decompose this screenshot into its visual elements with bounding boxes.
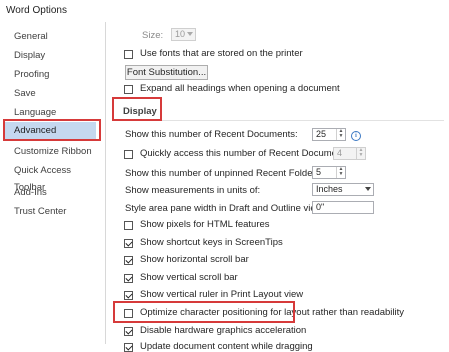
- show-vertical-scroll-checkbox[interactable]: [124, 274, 133, 283]
- use-printer-fonts-checkbox[interactable]: [124, 50, 133, 59]
- update-while-dragging-checkbox[interactable]: [124, 343, 133, 352]
- sidebar-item-general[interactable]: General: [5, 28, 96, 45]
- font-substitution-button[interactable]: Font Substitution...: [125, 65, 208, 80]
- display-section-title: Display: [123, 106, 157, 117]
- sidebar-item-quick-access-toolbar[interactable]: Quick Access Toolbar: [5, 162, 96, 193]
- quick-access-value: 4: [337, 148, 343, 158]
- expand-headings-label: Expand all headings when opening a docum…: [140, 83, 340, 94]
- info-icon[interactable]: i: [351, 131, 361, 141]
- show-horizontal-scroll-label: Show horizontal scroll bar: [140, 254, 249, 265]
- unpinned-folders-label: Show this number of unpinned Recent Fold…: [125, 168, 324, 179]
- spinner-arrows-icon[interactable]: ▲ ▼: [336, 129, 345, 140]
- measurement-units-dropdown[interactable]: Inches: [312, 183, 374, 196]
- show-vertical-ruler-checkbox[interactable]: [124, 291, 133, 300]
- show-shortcut-keys-label: Show shortcut keys in ScreenTips: [140, 237, 283, 248]
- update-while-dragging-label: Update document content while dragging: [140, 341, 313, 352]
- size-dropdown[interactable]: 10: [171, 28, 196, 41]
- sidebar-item-advanced[interactable]: Advanced: [5, 122, 96, 139]
- show-vertical-ruler-label: Show vertical ruler in Print Layout view: [140, 289, 304, 300]
- disable-hardware-acceleration-label: Disable hardware graphics acceleration: [140, 325, 307, 336]
- measurement-units-label: Show measurements in units of:: [125, 185, 261, 196]
- show-horizontal-scroll-checkbox[interactable]: [124, 256, 133, 265]
- use-printer-fonts-label: Use fonts that are stored on the printer: [140, 48, 303, 59]
- recent-documents-value: 25: [316, 129, 327, 139]
- size-value: 10: [175, 29, 186, 39]
- window-title: Word Options: [6, 5, 67, 16]
- expand-headings-checkbox[interactable]: [124, 85, 133, 94]
- optimize-positioning-label: Optimize character positioning for layou…: [140, 307, 405, 318]
- quick-access-stepper[interactable]: 4 ▲ ▼: [333, 147, 366, 160]
- size-label: Size:: [142, 30, 164, 41]
- style-area-input[interactable]: 0": [312, 201, 374, 214]
- measurement-units-value: Inches: [316, 184, 343, 194]
- sidebar-item-display[interactable]: Display: [5, 47, 96, 64]
- style-area-label: Style area pane width in Draft and Outli…: [125, 203, 330, 214]
- options-content: Size: 10 Use fonts that are stored on th…: [106, 22, 449, 352]
- options-sidebar: General Display Proofing Save Language A…: [0, 22, 106, 344]
- show-pixels-checkbox[interactable]: [124, 221, 133, 230]
- chevron-down-icon: [365, 187, 371, 191]
- sidebar-item-proofing[interactable]: Proofing: [5, 66, 96, 83]
- title-bar: Word Options: [0, 0, 449, 22]
- sidebar-item-add-ins[interactable]: Add-Ins: [5, 184, 96, 201]
- sidebar-item-save[interactable]: Save: [5, 85, 96, 102]
- recent-documents-label: Show this number of Recent Documents:: [125, 129, 298, 140]
- show-pixels-label: Show pixels for HTML features: [140, 219, 270, 230]
- style-area-value: 0": [316, 202, 325, 212]
- spinner-arrows-icon[interactable]: ▲ ▼: [356, 148, 365, 159]
- quick-access-checkbox[interactable]: [124, 150, 133, 159]
- disable-hardware-acceleration-checkbox[interactable]: [124, 327, 133, 336]
- chevron-down-icon: [187, 32, 193, 36]
- unpinned-folders-stepper[interactable]: 5 ▲ ▼: [312, 166, 346, 179]
- spinner-arrows-icon[interactable]: ▲ ▼: [336, 167, 345, 178]
- display-section-header: Display: [114, 102, 444, 121]
- recent-documents-stepper[interactable]: 25 ▲ ▼: [312, 128, 346, 141]
- unpinned-folders-value: 5: [316, 167, 322, 177]
- show-vertical-scroll-label: Show vertical scroll bar: [140, 272, 238, 283]
- sidebar-item-trust-center[interactable]: Trust Center: [5, 203, 96, 220]
- sidebar-item-customize-ribbon[interactable]: Customize Ribbon: [5, 143, 96, 160]
- show-shortcut-keys-checkbox[interactable]: [124, 239, 133, 248]
- sidebar-item-language[interactable]: Language: [5, 104, 96, 121]
- optimize-positioning-checkbox[interactable]: [124, 309, 133, 318]
- quick-access-label: Quickly access this number of Recent Doc…: [140, 148, 353, 159]
